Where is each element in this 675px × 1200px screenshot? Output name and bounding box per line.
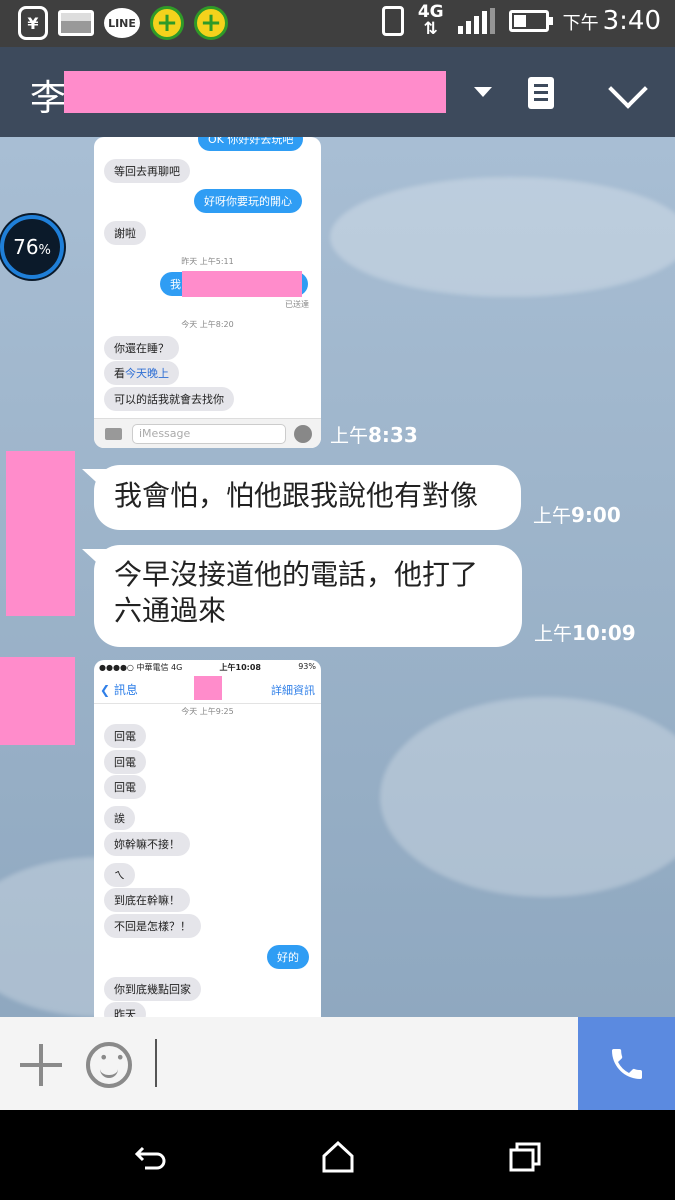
signal-icon (457, 8, 495, 34)
image-message-2[interactable]: ●●●●○ 中華電信 4G 上午10:08 93% ❮ 訊息 詳細資訊 今天 上… (94, 660, 321, 1017)
line-app-icon: LINE (104, 8, 140, 38)
mini-details: 詳細資訊 (271, 684, 315, 697)
message-time: 上午8:33 (330, 423, 418, 447)
plus-icon[interactable] (20, 1044, 62, 1086)
plus-app-icon-2: + (194, 6, 228, 40)
mini-bubble: 你還在睡？ (104, 336, 179, 360)
mini-bubble: 我 (160, 271, 308, 297)
mini-bubble: 你到底幾點回家 (104, 977, 201, 1001)
system-indicators: 4G ⇅ 下午 3:40 (381, 2, 661, 39)
mini-timestamp: 今天 上午8:20 (181, 320, 234, 329)
name-redaction (64, 71, 446, 113)
mic-icon (294, 425, 312, 443)
mini-bubble: OK 你好好去玩吧 (198, 137, 304, 151)
battery-icon (508, 10, 553, 32)
emoji-icon[interactable] (86, 1042, 132, 1088)
message-time: 上午9:00 (533, 503, 621, 527)
dropdown-caret-icon[interactable] (474, 87, 492, 97)
chat-area[interactable]: 76% OK 你好好去玩吧 等回去再聊吧 好呀你要玩的開心 謝啦 昨天 上午5:… (0, 137, 675, 1017)
mini-avatar-redaction (194, 676, 222, 700)
mini-bubble: 好的 (267, 945, 309, 969)
network-type-icon: 4G ⇅ (417, 2, 444, 39)
clock: 下午 3:40 (562, 6, 661, 36)
mini-input-bar: iMessage (94, 418, 321, 448)
call-button[interactable] (578, 1017, 675, 1110)
mini-back: ❮ 訊息 (100, 683, 138, 697)
avatar-redaction (6, 451, 75, 616)
mini-bubble: 看今天晚上 (104, 361, 179, 385)
mini-bubble: 回電 (104, 775, 146, 799)
phone-icon (611, 1048, 642, 1079)
mini-bubble: 誒 (104, 806, 135, 830)
mini-bubble: 回電 (104, 724, 146, 748)
mini-bubble: 昨天 (104, 1002, 146, 1017)
notes-icon[interactable] (528, 77, 554, 109)
message-text: 六通過來 (114, 594, 227, 627)
mini-bubble: ㄟ (104, 863, 135, 887)
notification-icons: ¥ LINE + + (18, 6, 228, 40)
mini-input: iMessage (132, 424, 286, 444)
mini-bubble: 好呀你要玩的開心 (194, 189, 302, 213)
chevron-down-icon[interactable] (608, 69, 648, 109)
image-message-1[interactable]: OK 你好好去玩吧 等回去再聊吧 好呀你要玩的開心 謝啦 昨天 上午5:11 我… (94, 137, 321, 448)
status-bar: ¥ LINE + + 4G ⇅ 下午 3:40 (0, 0, 675, 47)
mini-status-bar: ●●●●○ 中華電信 4G 上午10:08 93% (99, 662, 316, 672)
message-text: 今早沒接道他的電話，他打了 (114, 558, 479, 591)
mini-bubble: 等回去再聊吧 (104, 159, 190, 183)
contact-name[interactable]: 李 (30, 69, 66, 121)
security-app-icon: ¥ (18, 6, 48, 40)
mini-bubble: 謝啦 (104, 221, 146, 245)
mini-bubble: 妳幹嘛不接！ (104, 832, 190, 856)
nav-bar (0, 1110, 675, 1200)
battery-widget[interactable]: 76% (0, 215, 64, 279)
mini-bubble: 回電 (104, 750, 146, 774)
vibrate-icon (381, 6, 404, 36)
mini-timestamp: 今天 上午9:25 (181, 707, 234, 716)
mini-timestamp: 昨天 上午5:11 (181, 257, 234, 266)
message-time: 上午10:09 (534, 621, 636, 645)
input-bar (0, 1017, 675, 1110)
back-icon[interactable] (133, 1140, 169, 1174)
chat-header: 李 (0, 47, 675, 137)
recents-icon[interactable] (507, 1140, 543, 1174)
gallery-notification-icon (58, 10, 94, 36)
avatar-redaction (0, 657, 75, 745)
mini-bubble: 可以的話我就會去找你 (104, 387, 234, 411)
message-bubble[interactable]: 我會怕，怕他跟我說他有對像 (82, 465, 521, 530)
plus-app-icon: + (150, 6, 184, 40)
message-redaction (182, 271, 302, 297)
camera-icon (105, 428, 122, 440)
message-bubble[interactable]: 今早沒接道他的電話，他打了 六通過來 (82, 545, 522, 647)
mini-bubble: 到底在幹嘛！ (104, 888, 190, 912)
mini-bubble: 不回是怎樣？！ (104, 914, 201, 938)
message-text: 我會怕，怕他跟我說他有對像 (114, 479, 479, 512)
home-icon[interactable] (320, 1140, 356, 1174)
mini-nav: ❮ 訊息 詳細資訊 (94, 674, 321, 704)
delivered-status: 已送達 (285, 300, 309, 309)
message-input[interactable] (155, 1039, 157, 1087)
